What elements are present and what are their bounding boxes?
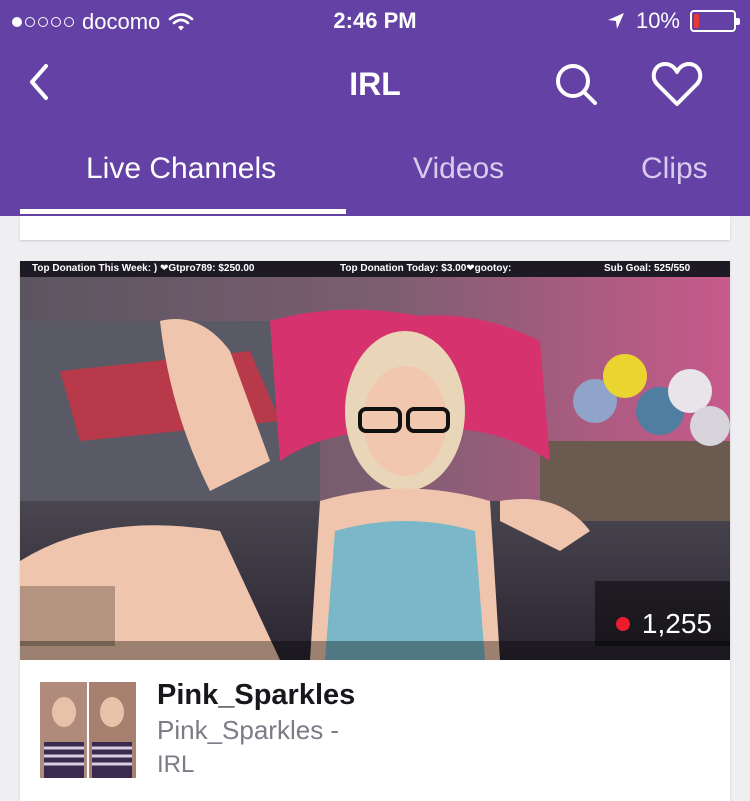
- channel-card[interactable]: Top Donation This Week: ) ❤Gtpro789: $25…: [20, 261, 730, 801]
- stream-title: Pink_Sparkles -: [157, 715, 340, 745]
- overlay-top-today: Top Donation Today: $3.00❤gootoy:: [340, 263, 512, 274]
- channel-name[interactable]: Pink_Sparkles: [157, 679, 355, 712]
- game-label[interactable]: IRL: [157, 751, 194, 779]
- battery-icon: [690, 10, 740, 32]
- app-header: docomo 2:46 PM 10% IRL Live Channels Vid…: [0, 0, 750, 216]
- overlay-top-week: Top Donation This Week: ) ❤Gtpro789: $25…: [32, 263, 255, 274]
- page-title: IRL: [349, 66, 401, 102]
- channel-avatar-image: [40, 682, 136, 778]
- stream-preview-image: [20, 261, 730, 660]
- live-indicator-icon: [615, 617, 630, 631]
- overlay-sub-goal: Sub Goal: 525/550: [604, 263, 691, 274]
- active-tab-indicator: [20, 209, 346, 214]
- viewer-count-badge: 1,255: [600, 602, 730, 646]
- stream-overlay-donations: Top Donation This Week: ) ❤Gtpro789: $25…: [20, 261, 730, 277]
- search-icon[interactable]: [552, 60, 600, 108]
- battery-percent: 10%: [635, 8, 680, 33]
- viewer-count: 1,255: [641, 608, 712, 639]
- nav-bar: IRL: [0, 46, 750, 122]
- status-bar: docomo 2:46 PM 10%: [0, 0, 750, 40]
- avatar[interactable]: [40, 682, 136, 778]
- tab-bar: Live Channels Videos Clips: [0, 132, 750, 216]
- tab-videos[interactable]: Videos: [413, 152, 504, 186]
- tab-live-channels[interactable]: Live Channels: [86, 152, 276, 186]
- stream-thumbnail[interactable]: Top Donation This Week: ) ❤Gtpro789: $25…: [20, 261, 730, 660]
- heart-icon[interactable]: [651, 60, 703, 108]
- tab-clips[interactable]: Clips: [641, 152, 708, 186]
- previous-channel-card[interactable]: [20, 216, 730, 240]
- location-arrow-icon: [607, 13, 624, 29]
